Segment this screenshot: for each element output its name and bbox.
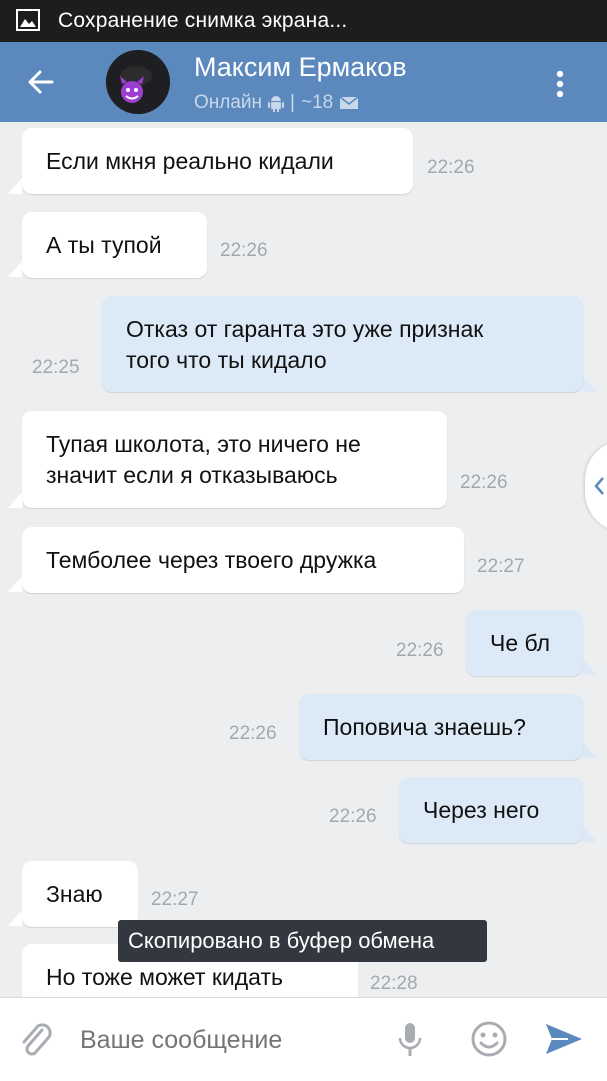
message-text: Поповича знаешь? [323,714,526,740]
message-text: Знаю [46,881,103,907]
chat-header: Максим Ермаков Онлайн | ~18 [0,42,607,122]
message-time: 22:26 [329,806,377,827]
separator: | [290,92,295,113]
message-text: Темболее через твоего дружка [46,547,377,573]
more-vertical-icon[interactable] [550,66,570,102]
side-panel-handle[interactable] [585,440,607,532]
send-icon[interactable] [544,1022,584,1056]
message-text: Через него [423,797,540,823]
message-time: 22:26 [220,240,268,261]
microphone-icon[interactable] [397,1022,423,1058]
toast: Скопировано в буфер обмена [118,920,487,962]
message-time: 22:28 [370,973,418,994]
android-icon [268,96,285,112]
message-time: 22:27 [151,889,199,910]
message-bubble[interactable]: Тупая школота, это ничего не значит если… [22,411,447,508]
message-text: Тупая школота, это ничего не значит если… [46,431,361,488]
message-time: 22:27 [477,556,525,577]
smiley-icon[interactable] [470,1020,508,1058]
message-text: А ты тупой [46,232,162,258]
contact-name[interactable]: Максим Ермаков [194,52,407,83]
toast-text: Скопировано в буфер обмена [128,928,435,953]
message-bubble[interactable]: Если мкня реально кидали [22,128,413,194]
message-bubble[interactable]: Через него [399,777,583,843]
message-time: 22:26 [396,640,444,661]
paperclip-icon[interactable] [18,1020,54,1060]
message-time: 22:26 [460,472,508,493]
status-bar: Сохранение снимка экрана... [0,0,607,42]
online-status: Онлайн [194,92,263,113]
message-bubble[interactable]: Отказ от гаранта это уже признак того чт… [102,296,583,392]
message-text: Че бл [490,630,551,656]
message-bubble[interactable]: Знаю [22,861,138,927]
contact-status: Онлайн | ~18 [194,92,359,114]
message-time: 22:25 [32,357,80,378]
message-time: 22:26 [427,157,475,178]
message-time: 22:26 [229,723,277,744]
image-icon [16,9,40,31]
back-arrow-icon[interactable] [22,64,58,100]
avatar[interactable] [106,50,170,114]
message-text: Отказ от гаранта это уже признак того чт… [126,316,484,373]
message-input[interactable] [80,1022,380,1058]
message-text: Но тоже может кидать [46,964,283,990]
message-text: Если мкня реально кидали [46,148,334,174]
message-bubble[interactable]: Поповича знаешь? [299,694,583,760]
message-bubble[interactable]: Че бл [466,610,583,676]
chevron-left-icon [594,477,604,495]
message-count: ~18 [300,92,334,113]
message-bubble[interactable]: Темболее через твоего дружка [22,527,464,593]
envelope-icon [339,96,359,109]
notification-text: Сохранение снимка экрана... [58,9,348,32]
composer-bar [0,997,607,1081]
message-bubble[interactable]: А ты тупой [22,212,207,278]
